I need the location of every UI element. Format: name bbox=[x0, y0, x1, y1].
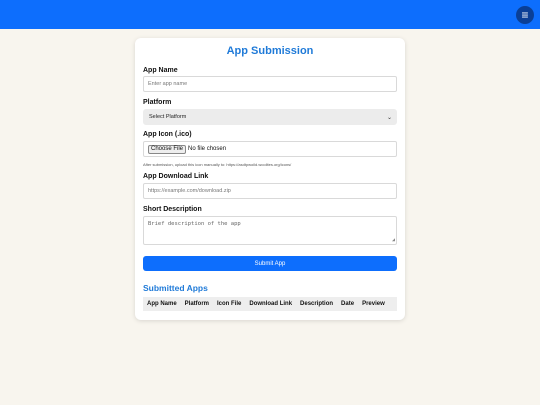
column-header: App Name bbox=[147, 301, 177, 307]
icon-upload-hint: After submission, upload this icon manua… bbox=[143, 162, 292, 167]
platform-label: Platform bbox=[143, 99, 172, 106]
hamburger-menu-icon[interactable]: ≡ bbox=[516, 6, 534, 24]
icon-file-input[interactable]: Choose File No file chosen bbox=[143, 141, 397, 157]
chevron-down-icon: ⌄ bbox=[386, 114, 392, 121]
app-name-placeholder: Enter app name bbox=[148, 81, 188, 87]
column-header: Icon File bbox=[217, 301, 242, 307]
description-placeholder: Brief description of the app bbox=[148, 221, 241, 227]
submitted-apps-table-header: App Name Platform Icon File Download Lin… bbox=[143, 297, 397, 311]
column-header: Preview bbox=[362, 301, 385, 307]
file-status: No file chosen bbox=[188, 146, 227, 152]
download-link-placeholder: https://example.com/download.zip bbox=[148, 188, 231, 194]
column-header: Date bbox=[341, 301, 355, 307]
menu-glyph: ≡ bbox=[521, 7, 529, 22]
column-header: Platform bbox=[184, 301, 210, 307]
choose-file-button[interactable]: Choose File bbox=[148, 144, 187, 154]
column-header: Download Link bbox=[249, 301, 293, 307]
submit-app-button[interactable]: Submit App bbox=[143, 256, 397, 271]
submitted-apps-title: Submitted Apps bbox=[143, 283, 208, 293]
app-submission-card: App Submission App Name Enter app name P… bbox=[135, 38, 405, 320]
app-name-label: App Name bbox=[143, 67, 178, 74]
description-label: Short Description bbox=[143, 206, 202, 213]
description-textarea[interactable]: Brief description of the app ◢ bbox=[143, 216, 397, 245]
column-header: Description bbox=[300, 301, 334, 307]
form-title: App Submission bbox=[226, 45, 314, 57]
resize-handle-icon[interactable]: ◢ bbox=[392, 238, 395, 243]
app-name-input[interactable]: Enter app name bbox=[143, 76, 397, 92]
download-link-label: App Download Link bbox=[143, 173, 209, 180]
platform-select[interactable]: Select Platform ⌄ bbox=[143, 109, 397, 125]
platform-selected-value: Select Platform bbox=[149, 114, 187, 120]
download-link-input[interactable]: https://example.com/download.zip bbox=[143, 183, 397, 199]
top-nav-bar: ≡ bbox=[0, 0, 540, 29]
app-icon-label: App Icon (.ico) bbox=[143, 131, 192, 138]
